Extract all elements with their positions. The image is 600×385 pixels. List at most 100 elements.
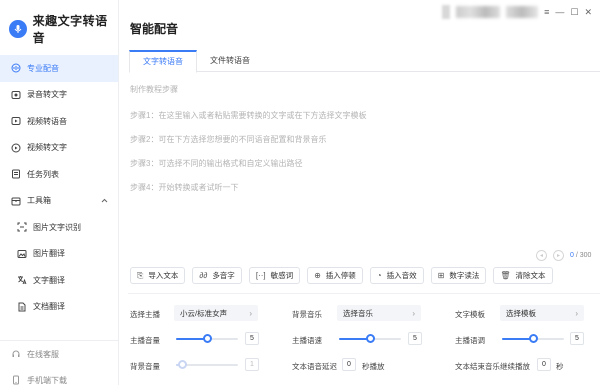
sidebar-item-pro-dubbing[interactable]: 专业配音	[0, 55, 118, 82]
sidebar-item-label: 图片翻译	[33, 249, 65, 259]
sidebar-item-image-translate[interactable]: 图片翻译	[0, 241, 118, 268]
template-label: 文字模板	[455, 310, 485, 319]
tab-text-to-speech[interactable]: 文字转语音	[129, 50, 197, 73]
number-read-icon: ⊞	[437, 271, 445, 280]
anchor-select[interactable]: 小云/标准女声 ›	[174, 305, 258, 321]
undo-icon[interactable]: ◂	[536, 250, 547, 261]
slider-thumb[interactable]	[365, 334, 375, 343]
sidebar-item-label: 视频转语音	[27, 116, 67, 126]
app-name: 来趣文字转语音	[32, 14, 108, 45]
speed-label: 主播语速	[292, 336, 322, 345]
delay-value[interactable]: 0	[342, 358, 356, 371]
chevron-right-icon: ›	[249, 308, 252, 318]
import-text-button[interactable]: ⎘ 导入文本	[130, 267, 186, 284]
sidebar: 来趣文字转语音 专业配音 录音转文字 视频转语音 视频转文字 任务列表 工具箱	[0, 0, 119, 385]
button-label: 敏感词	[270, 271, 294, 280]
app-logo-icon	[9, 20, 27, 38]
bgm-delay-suffix: 秒	[556, 362, 564, 371]
sound-effect-icon: ◔	[376, 271, 382, 280]
char-count: 0 / 300	[570, 252, 591, 259]
sensitive-word-icon: [··]	[255, 271, 266, 280]
editor-placeholder-line: 步骤2：可在下方选择您想要的不同语音配置和背景音乐	[130, 135, 327, 144]
mic-waves-icon	[11, 63, 21, 73]
task-list-icon	[11, 169, 21, 179]
number-reading-button[interactable]: ⊞ 数字读法	[430, 267, 487, 284]
sidebar-item-video-to-speech[interactable]: 视频转语音	[0, 108, 118, 135]
button-label: 数字读法	[449, 271, 480, 280]
volume-slider[interactable]	[176, 333, 238, 345]
sidebar-item-label: 录音转文字	[27, 90, 67, 100]
chevron-right-icon: ›	[575, 308, 578, 318]
sidebar-item-toolbox[interactable]: 工具箱	[0, 188, 118, 215]
delay-suffix: 秒播放	[362, 362, 385, 371]
bgm-delay-value[interactable]: 0	[537, 358, 551, 371]
sidebar-item-video-to-text[interactable]: 视频转文字	[0, 135, 118, 162]
chevron-up-icon	[101, 196, 108, 205]
sidebar-item-mobile-download[interactable]: 手机端下载	[0, 367, 118, 385]
chevron-right-icon: ›	[412, 308, 415, 318]
sidebar-item-label: 专业配音	[27, 63, 59, 73]
insert-sound-effect-button[interactable]: ◔ 插入音效	[369, 267, 424, 284]
slider-thumb[interactable]	[202, 334, 212, 343]
window-controls: ≡ — ☐ ✕	[442, 5, 592, 19]
sidebar-footer: 在线客服 手机端下载	[0, 340, 118, 385]
menu-icon[interactable]: ≡	[544, 7, 549, 17]
bgm-label: 背景音乐	[292, 310, 322, 319]
sidebar-item-image-ocr[interactable]: 图片文字识别	[0, 214, 118, 241]
sidebar-item-record-to-text[interactable]: 录音转文字	[0, 82, 118, 109]
sidebar-item-doc-translate[interactable]: 文档翻译	[0, 294, 118, 321]
char-count-current: 0	[570, 252, 574, 259]
close-icon[interactable]: ✕	[584, 7, 592, 18]
bgm-value: 选择音乐	[343, 308, 373, 318]
sidebar-item-online-service[interactable]: 在线客服	[0, 341, 118, 367]
service-icon	[11, 349, 21, 359]
sidebar-item-task-list[interactable]: 任务列表	[0, 161, 118, 188]
slider-thumb[interactable]	[177, 360, 187, 369]
insert-pause-button[interactable]: ⊕ 插入停顿	[307, 267, 363, 284]
template-value: 选择模板	[506, 308, 536, 318]
pitch-slider[interactable]	[502, 333, 564, 345]
button-label: 导入文本	[148, 271, 179, 280]
polyphone-icon: ∂∂	[199, 271, 208, 280]
volume-value[interactable]: 5	[245, 332, 259, 345]
button-label: 清除文本	[515, 271, 546, 280]
title-bar: 智能配音 ≡ — ☐ ✕	[119, 0, 600, 45]
document-icon	[17, 302, 27, 312]
slider-thumb[interactable]	[528, 334, 538, 343]
speed-value[interactable]: 5	[408, 332, 422, 345]
polyphone-button[interactable]: ∂∂ 多音字	[192, 267, 242, 284]
page-title: 智能配音	[130, 22, 179, 36]
speed-slider[interactable]	[339, 333, 401, 345]
sidebar-item-label: 在线客服	[27, 349, 59, 359]
bgm-volume-slider[interactable]	[176, 359, 238, 371]
pitch-value[interactable]: 5	[570, 332, 584, 345]
bgm-select[interactable]: 选择音乐 ›	[337, 305, 421, 321]
pause-insert-icon: ⊕	[314, 271, 321, 280]
phone-icon	[11, 375, 21, 385]
anchor-label: 选择主播	[130, 310, 160, 319]
maximize-icon[interactable]: ☐	[570, 7, 578, 18]
sidebar-item-text-translate[interactable]: 文字翻译	[0, 267, 118, 294]
trash-icon: 🗑	[500, 271, 511, 280]
avatar[interactable]	[442, 5, 451, 19]
button-label: 插入停顿	[325, 271, 356, 280]
vip-badge[interactable]	[506, 6, 539, 18]
redo-icon[interactable]: ▸	[553, 250, 564, 261]
scan-icon	[17, 222, 27, 232]
button-label: 插入音效	[386, 271, 417, 280]
sidebar-item-label: 图片文字识别	[33, 222, 81, 232]
app-logo: 来趣文字转语音	[9, 12, 118, 46]
minimize-icon[interactable]: —	[555, 7, 564, 17]
tab-file-to-speech[interactable]: 文件转语音	[197, 50, 263, 71]
pitch-label: 主播语调	[455, 336, 485, 345]
bgm-volume-value[interactable]: 1	[245, 358, 259, 371]
user-name	[456, 6, 501, 18]
sensitive-word-button[interactable]: [··] 敏感词	[248, 267, 301, 284]
clear-text-button[interactable]: 🗑 清除文本	[493, 267, 553, 284]
template-select[interactable]: 选择模板 ›	[500, 305, 584, 321]
text-editor[interactable]: 制作教程步骤 步骤1：在这里输入或者粘贴需要转换的文字或在下方选择文字模板 步骤…	[130, 84, 590, 254]
sidebar-item-label: 文档翻译	[33, 302, 65, 312]
sidebar-item-label: 任务列表	[27, 169, 59, 179]
char-counter: ◂ ▸ 0 / 300	[536, 250, 591, 261]
toolbox-icon	[11, 196, 21, 206]
